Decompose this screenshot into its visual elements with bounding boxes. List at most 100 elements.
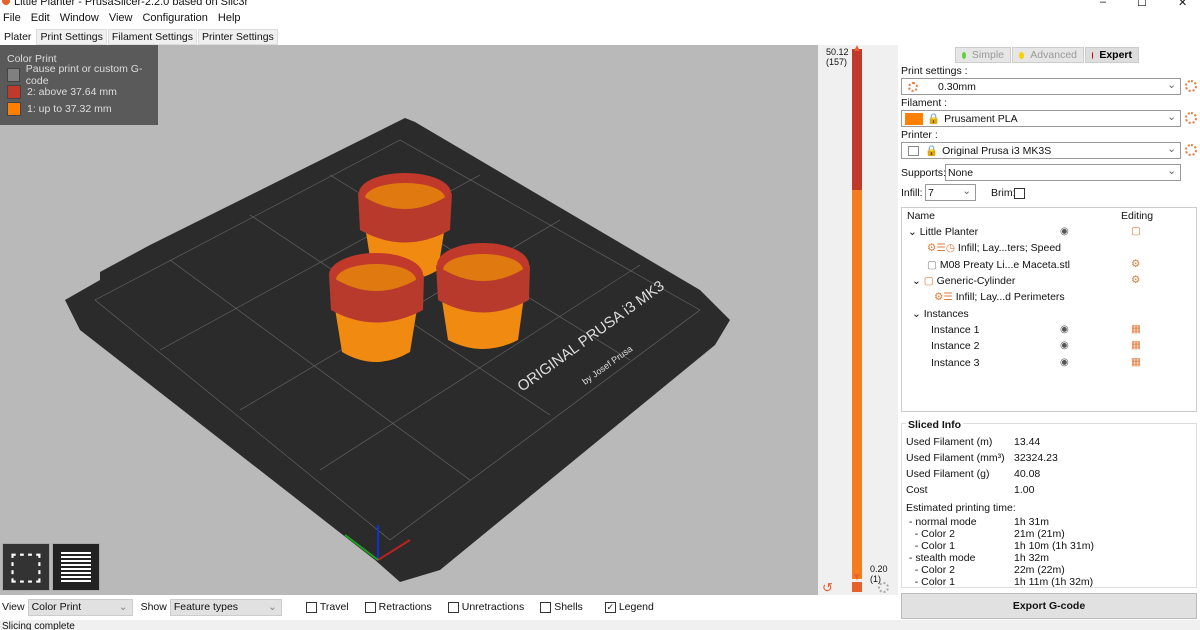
legend-swatch (7, 85, 21, 99)
filament-label: Filament : (901, 97, 948, 109)
printer-select[interactable]: 🔒 Original Prusa i3 MK3S ⌄ (901, 142, 1181, 159)
row-label: Little Planter (919, 226, 979, 238)
chevron-down-icon: ⌄ (1167, 165, 1176, 177)
gear-icon (908, 81, 918, 92)
mode-expert-button[interactable]: Expert (1085, 47, 1139, 63)
add-part-icon[interactable]: ▢ (1131, 225, 1141, 237)
supports-select[interactable]: None ⌄ (945, 164, 1181, 181)
checkbox-label: Shells (554, 601, 583, 613)
checkbox-box[interactable] (447, 601, 459, 613)
export-gcode-button[interactable]: Export G-code (901, 593, 1197, 619)
red-dot-icon (1092, 51, 1094, 59)
mode-advanced-button[interactable]: Advanced (1012, 47, 1084, 63)
tab-filament-settings[interactable]: Filament Settings (107, 29, 198, 45)
eye-icon[interactable]: ◉ (1060, 340, 1069, 351)
tree-row-instance[interactable]: Instance 3 (931, 357, 979, 369)
chevron-down-icon: ⌄ (1167, 79, 1176, 91)
tab-printer-settings[interactable]: Printer Settings (198, 29, 278, 45)
layer-slider[interactable] (852, 49, 862, 579)
checkbox-label: Legend (618, 601, 654, 613)
menu-file[interactable]: File (3, 12, 21, 28)
mode-simple-button[interactable]: Simple (955, 47, 1011, 63)
cube-icon: ⬚ (8, 545, 44, 587)
row-label: Instances (923, 308, 969, 320)
retractions-checkbox[interactable]: Retractions (364, 601, 432, 613)
gear-icon[interactable]: ⚙ (1131, 274, 1140, 286)
instance-icon[interactable]: ▦ (1131, 339, 1141, 351)
travel-checkbox[interactable]: Travel (305, 601, 349, 613)
3d-view-button[interactable]: ⬚ (2, 543, 50, 591)
planter-3 (329, 253, 424, 362)
tab-plater[interactable]: Plater (0, 29, 36, 45)
view-select[interactable]: Color Print ⌄ (27, 598, 133, 616)
shells-checkbox[interactable]: Shells (540, 601, 583, 613)
eye-icon[interactable]: ◉ (1060, 226, 1069, 237)
slider-segment-color-2 (852, 49, 862, 190)
gear-icon[interactable]: ⚙ (1131, 258, 1140, 270)
menu-configuration[interactable]: Configuration (142, 12, 207, 28)
column-name: Name (907, 210, 936, 222)
object-list[interactable]: Name Editing ⌄ Little Planter ◉ ⚙☰◷ Infi… (901, 207, 1197, 412)
settings-gear-icon[interactable] (878, 582, 889, 593)
tree-row-object[interactable]: ⌄ Little Planter (908, 226, 978, 238)
print-settings-gear-icon[interactable] (1185, 80, 1197, 92)
chevron-down-icon: ⌄ (962, 185, 971, 197)
color-print-legend: Color Print Pause print or custom G-code… (0, 45, 158, 125)
legend-checkbox[interactable]: ✓ Legend (604, 601, 654, 613)
column-editing: Editing (1121, 210, 1154, 222)
unretractions-checkbox[interactable]: Unretractions (447, 601, 525, 613)
instance-icon[interactable]: ▦ (1131, 323, 1141, 335)
show-select[interactable]: Feature types ⌄ (169, 598, 282, 616)
printer-gear-icon[interactable] (1185, 144, 1197, 156)
print-settings-select[interactable]: 0.30mm ⌄ (901, 78, 1181, 95)
lock-icon: 🔒 (925, 145, 939, 157)
sliced-info-key: Used Filament (g) (906, 468, 990, 480)
title-bar: Little Planter - PrusaSlicer-2.2.0 based… (0, 0, 1200, 10)
sidebar: Simple Advanced Expert Print settings : … (898, 45, 1200, 630)
chevron-down-icon: ⌄ (1167, 111, 1176, 123)
tree-row-instance[interactable]: Instance 1 (931, 324, 979, 336)
infill-select[interactable]: 7 ⌄ (925, 184, 976, 201)
sliced-info-value: 1h 11m (1h 32m) (1014, 576, 1094, 588)
minimize-button[interactable]: – (1100, 0, 1106, 8)
checkbox-box[interactable] (305, 601, 317, 613)
filament-select[interactable]: 🔒 Prusament PLA ⌄ (901, 110, 1181, 127)
tab-print-settings[interactable]: Print Settings (36, 29, 107, 45)
chevron-down-icon: ⌄ (1167, 143, 1176, 155)
filament-gear-icon[interactable] (1185, 112, 1197, 124)
close-button[interactable]: ✕ (1178, 0, 1187, 9)
tree-row-instances[interactable]: ⌄ Instances (912, 308, 969, 320)
checkbox-box[interactable]: ✓ (604, 601, 616, 613)
checkbox-box[interactable] (364, 601, 376, 613)
brim-checkbox[interactable] (1014, 188, 1025, 199)
checkbox-box[interactable] (540, 601, 552, 613)
tree-row-settings[interactable]: ⚙☰◷ Infill; Lay...ters; Speed (927, 242, 1061, 254)
slider-top-thumb[interactable]: ▲ (852, 43, 862, 54)
tree-row-part[interactable]: ▢ M08 Preaty Li...e Maceta.stl (927, 259, 1070, 271)
tree-row-settings[interactable]: ⚙☰ Infill; Lay...d Perimeters (934, 291, 1065, 303)
tree-row-instance[interactable]: Instance 2 (931, 340, 979, 352)
sliced-info-key: Estimated printing time: (906, 502, 1016, 514)
eye-icon[interactable]: ◉ (1060, 357, 1069, 368)
menu-window[interactable]: Window (60, 12, 99, 28)
menu-help[interactable]: Help (218, 12, 241, 28)
sliced-info-value: 1h 32m (1014, 552, 1050, 564)
tree-row-modifier[interactable]: ⌄ ▢ Generic-Cylinder (912, 275, 1015, 287)
layers-icon (61, 552, 91, 582)
checkbox-label: Unretractions (461, 601, 525, 613)
show-label: Show (140, 601, 167, 613)
view-label: View (2, 601, 25, 613)
window-title: Little Planter - PrusaSlicer-2.2.0 based… (14, 0, 249, 8)
eye-icon[interactable]: ◉ (1060, 324, 1069, 335)
revert-icon[interactable]: ↺ (822, 580, 833, 596)
maximize-button[interactable]: ☐ (1137, 0, 1147, 9)
sliced-info-key: - Color 1 (906, 540, 956, 552)
menu-edit[interactable]: Edit (31, 12, 50, 28)
yellow-dot-icon (1019, 51, 1025, 59)
instance-icon[interactable]: ▦ (1131, 356, 1141, 368)
menu-view[interactable]: View (109, 12, 133, 28)
filament-color-swatch[interactable] (905, 112, 923, 125)
unlock-icon[interactable] (852, 582, 862, 592)
layers-view-button[interactable] (52, 543, 100, 591)
3d-viewport[interactable]: ORIGINAL PRUSA i3 MK3 by Josef Prusa ⬚ (0, 45, 818, 595)
